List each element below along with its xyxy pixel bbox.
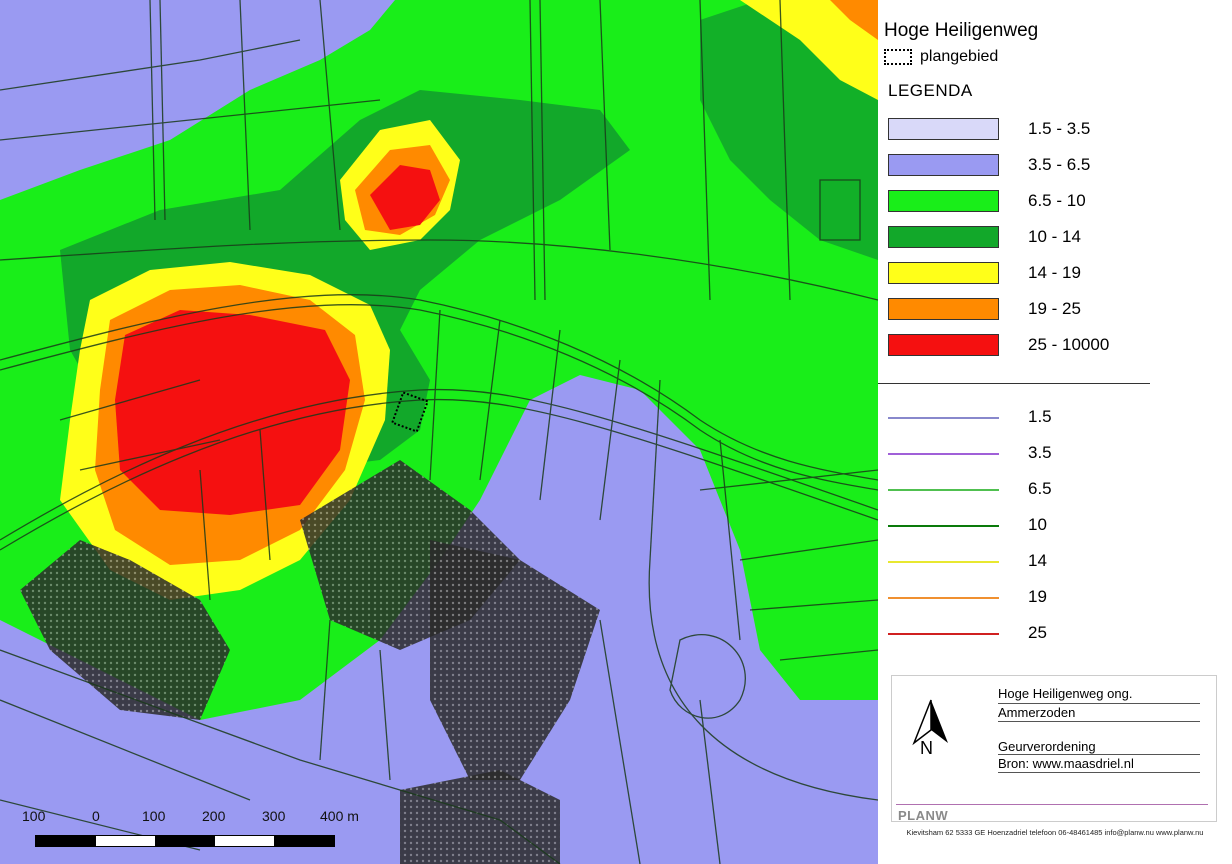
scale-bar — [35, 835, 335, 847]
legend-swatch — [888, 226, 999, 248]
odour-contour-map[interactable]: 100 0 100 200 300 400 m — [0, 0, 878, 864]
scale-labels: 100 0 100 200 300 400 m — [22, 808, 382, 828]
legend-class-row: 14 - 19 — [888, 262, 1081, 284]
scale-label: 100 — [22, 808, 46, 824]
legend-class-row: 6.5 - 10 — [888, 190, 1086, 212]
legend-class-row: 19 - 25 — [888, 298, 1081, 320]
contour-line-label: 10 — [1028, 515, 1047, 534]
north-label: N — [920, 738, 933, 758]
contour-line-label: 14 — [1028, 551, 1047, 570]
scale-label: 100 — [142, 808, 166, 824]
contour-line-label: 6.5 — [1028, 479, 1052, 498]
contour-line-sample — [888, 633, 999, 635]
contour-line-label: 25 — [1028, 623, 1047, 642]
contour-line-sample — [888, 417, 999, 419]
contour-line-sample — [888, 453, 999, 455]
planw-logo: PLANW — [898, 808, 949, 823]
legend-heading: LEGENDA — [888, 81, 973, 100]
contour-line-sample — [888, 525, 999, 527]
legend-class-label: 25 - 10000 — [1028, 335, 1110, 354]
project-place: Ammerzoden — [998, 705, 1076, 720]
rule — [998, 721, 1200, 722]
legend-class-label: 14 - 19 — [1028, 263, 1081, 282]
rule — [998, 703, 1200, 704]
legend-panel: Hoge Heiligenweg plangebied LEGENDA 1.5 … — [878, 0, 1232, 864]
legend-class-label: 1.5 - 3.5 — [1028, 119, 1091, 138]
legend-class-row: 3.5 - 6.5 — [888, 154, 1090, 176]
contour-line-label: 19 — [1028, 587, 1047, 606]
map-title: Hoge Heiligenweg — [884, 20, 1039, 41]
legend-class-label: 10 - 14 — [1028, 227, 1081, 246]
legend-class-label: 3.5 - 6.5 — [1028, 155, 1091, 174]
plangebied-label: plangebied — [920, 48, 999, 65]
scale-label: 0 — [92, 808, 100, 824]
scale-label: 300 — [262, 808, 286, 824]
rule — [896, 804, 1208, 805]
contour-line-sample — [888, 597, 999, 599]
subject: Geurverordening — [998, 739, 1096, 754]
zone-25-main — [115, 310, 350, 515]
legend-swatch — [888, 262, 999, 284]
legend-swatch — [888, 190, 999, 212]
legend-class-row: 25 - 10000 — [888, 334, 1109, 356]
legend-class-row: 1.5 - 3.5 — [888, 118, 1090, 140]
info-box: N Hoge Heiligenweg ong. Ammerzoden Geurv… — [891, 675, 1217, 823]
legend-class-label: 19 - 25 — [1028, 299, 1081, 318]
rule — [998, 754, 1200, 755]
legend-swatch — [888, 334, 999, 356]
contour-line-sample — [888, 489, 999, 491]
plangebied-legend: plangebied — [884, 48, 998, 66]
scale-label: 400 m — [320, 808, 359, 824]
legend-class-row: 10 - 14 — [888, 226, 1081, 248]
contour-line-sample — [888, 561, 999, 563]
scale-label: 200 — [202, 808, 226, 824]
address-line: Kievitsham 62 5333 GE Hoenzadriel telefo… — [906, 828, 1204, 837]
contour-line-label: 3.5 — [1028, 443, 1052, 462]
legend-swatch — [888, 118, 999, 140]
legend-swatch — [888, 154, 999, 176]
contour-line-label: 1.5 — [1028, 407, 1052, 426]
dotted-box-icon — [884, 49, 912, 65]
source: Bron: www.maasdriel.nl — [998, 756, 1134, 771]
rule — [998, 772, 1200, 773]
legend-divider — [878, 383, 1150, 384]
project-name: Hoge Heiligenweg ong. — [998, 686, 1133, 701]
legend-class-label: 6.5 - 10 — [1028, 191, 1086, 210]
legend-swatch — [888, 298, 999, 320]
